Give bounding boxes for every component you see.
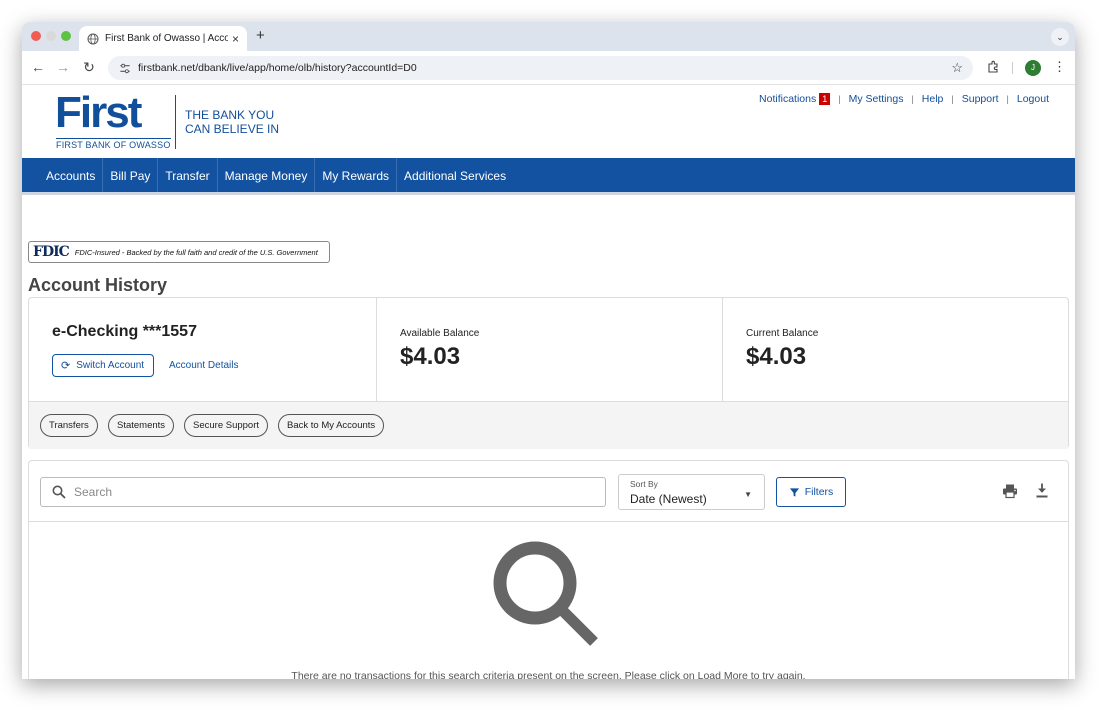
tagline: THE BANK YOU CAN BELIEVE IN <box>185 108 279 136</box>
fdic-logo: FDIC <box>33 244 70 260</box>
tagline-line-1: THE BANK YOU <box>185 108 275 122</box>
sort-by-select[interactable]: Sort By Date (Newest) ▼ <box>618 474 765 510</box>
url-field[interactable]: firstbank.net/dbank/live/app/home/olb/hi… <box>108 56 973 80</box>
switch-icon: ⟳ <box>61 360 71 372</box>
current-balance-value: $4.03 <box>746 343 807 370</box>
maximize-window-button[interactable] <box>61 31 71 41</box>
browser-window: First Bank of Owasso | Accou × + ⌄ ← → ↻… <box>22 22 1075 679</box>
utility-nav: Notifications 1 | My Settings | Help | S… <box>759 93 1049 105</box>
secure-support-button[interactable]: Secure Support <box>184 414 269 437</box>
utility-separator: | <box>1006 94 1009 104</box>
chevron-down-icon: ▼ <box>744 490 752 499</box>
sort-by-label: Sort By <box>630 479 658 489</box>
nav-item-accounts[interactable]: Accounts <box>39 158 104 192</box>
profile-avatar[interactable]: J <box>1025 60 1041 76</box>
tab-search-icon[interactable]: ⌄ <box>1051 28 1069 46</box>
site-header: First FIRST BANK OF OWASSO THE BANK YOU … <box>22 85 1075 158</box>
logo-divider <box>175 95 176 149</box>
back-to-my-accounts-button[interactable]: Back to My Accounts <box>278 414 385 437</box>
nav-item-bill-pay[interactable]: Bill Pay <box>103 158 159 192</box>
reload-button[interactable]: ↻ <box>81 59 97 76</box>
statements-button[interactable]: Statements <box>108 414 175 437</box>
available-balance-value: $4.03 <box>400 343 461 370</box>
address-bar: ← → ↻ firstbank.net/dbank/live/app/home/… <box>22 51 1075 85</box>
notification-count-badge[interactable]: 1 <box>819 93 831 105</box>
search-input[interactable]: Search <box>40 477 606 507</box>
help-link[interactable]: Help <box>922 93 944 105</box>
nav-item-additional-services[interactable]: Additional Services <box>397 158 513 192</box>
history-toolbar: Search Sort By Date (Newest) ▼ Filters <box>29 461 1068 522</box>
account-actions: Transfers Statements Secure Support Back… <box>29 401 1068 449</box>
switch-account-button[interactable]: ⟳ Switch Account <box>52 354 154 377</box>
tagline-line-2: CAN BELIEVE IN <box>185 122 280 136</box>
fdic-text: FDIC-Insured - Backed by the full faith … <box>74 247 318 257</box>
search-placeholder: Search <box>74 485 113 499</box>
logo[interactable]: First <box>55 91 142 135</box>
page-title: Account History <box>28 275 168 295</box>
current-balance-label: Current Balance <box>746 328 819 339</box>
available-balance-panel: Available Balance $4.03 <box>376 298 722 401</box>
tab-bar: First Bank of Owasso | Accou × + ⌄ <box>22 22 1075 51</box>
account-name: e-Checking ***1557 <box>52 323 197 340</box>
notifications-link[interactable]: Notifications <box>759 93 816 105</box>
star-icon[interactable]: ☆ <box>951 60 963 76</box>
logout-link[interactable]: Logout <box>1017 93 1049 105</box>
print-icon[interactable] <box>1002 483 1018 499</box>
new-tab-button[interactable]: + <box>256 27 265 44</box>
download-icon[interactable] <box>1034 482 1050 499</box>
browser-tab[interactable]: First Bank of Owasso | Accou × <box>79 26 247 51</box>
forward-button[interactable]: → <box>55 59 71 75</box>
utility-separator: | <box>838 94 841 104</box>
minimize-window-button[interactable] <box>46 31 56 41</box>
close-window-button[interactable] <box>31 31 41 41</box>
account-details-link[interactable]: Account Details <box>169 360 238 371</box>
account-info: e-Checking ***1557 ⟳ Switch Account Acco… <box>29 298 376 401</box>
tab-title: First Bank of Owasso | Accou <box>105 33 228 44</box>
extension-icon[interactable] <box>986 60 1000 74</box>
empty-state-message: There are no transactions for this searc… <box>291 670 806 679</box>
tab-close-icon[interactable]: × <box>232 32 239 46</box>
tune-icon[interactable] <box>118 62 132 75</box>
utility-separator: | <box>951 94 954 104</box>
browser-menu-icon[interactable]: ⋮ <box>1053 59 1066 75</box>
main-nav: Accounts Bill Pay Transfer Manage Money … <box>22 158 1075 195</box>
globe-icon <box>87 33 99 44</box>
my-settings-link[interactable]: My Settings <box>849 93 904 105</box>
large-search-icon <box>493 541 598 646</box>
transaction-history-card: Search Sort By Date (Newest) ▼ Filters T… <box>28 460 1069 679</box>
nav-item-manage-money[interactable]: Manage Money <box>218 158 316 192</box>
nav-item-my-rewards[interactable]: My Rewards <box>315 158 398 192</box>
account-summary-card: e-Checking ***1557 ⟳ Switch Account Acco… <box>28 297 1069 449</box>
support-link[interactable]: Support <box>962 93 999 105</box>
search-icon <box>52 485 66 499</box>
filters-label: Filters <box>804 486 834 498</box>
available-balance-label: Available Balance <box>400 328 480 339</box>
filter-icon <box>789 487 799 497</box>
transfers-button[interactable]: Transfers <box>40 414 98 437</box>
filters-button[interactable]: Filters <box>776 477 846 507</box>
back-button[interactable]: ← <box>30 59 46 75</box>
toolbar-divider <box>1012 62 1013 74</box>
utility-separator: | <box>911 94 914 104</box>
fdic-banner: FDIC FDIC-Insured - Backed by the full f… <box>28 241 330 263</box>
sort-by-value: Date (Newest) <box>630 492 707 506</box>
url-text: firstbank.net/dbank/live/app/home/olb/hi… <box>138 62 417 74</box>
current-balance-panel: Current Balance $4.03 <box>722 298 1068 401</box>
nav-item-transfer[interactable]: Transfer <box>158 158 218 192</box>
page-content: First FIRST BANK OF OWASSO THE BANK YOU … <box>22 85 1075 679</box>
logo-subtitle: FIRST BANK OF OWASSO <box>56 138 171 150</box>
switch-account-label: Switch Account <box>76 360 145 371</box>
